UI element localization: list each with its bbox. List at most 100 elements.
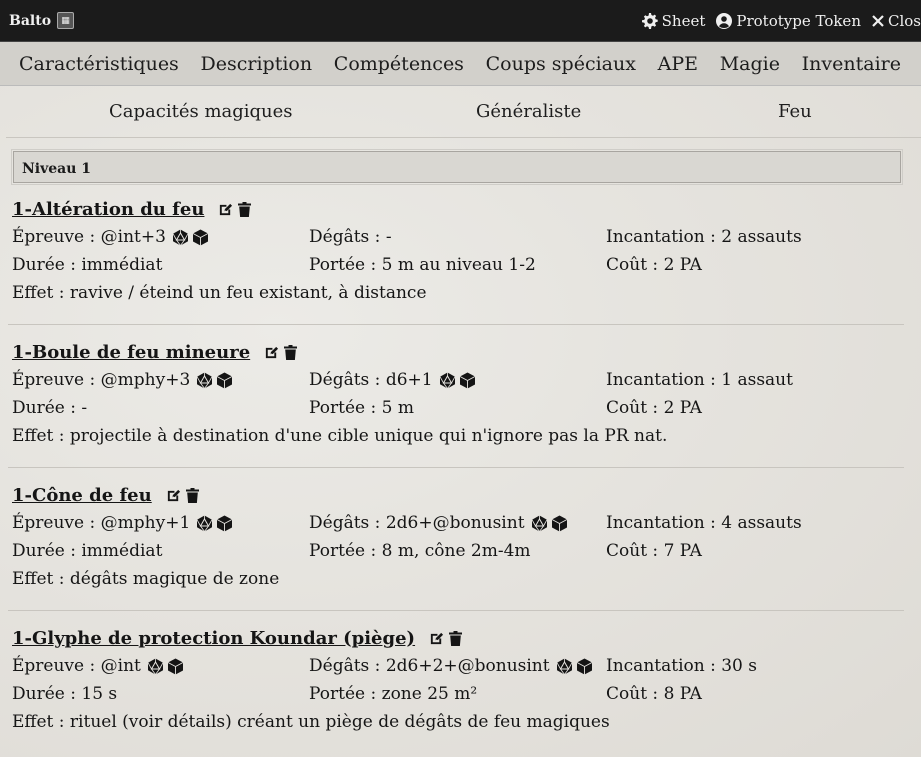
spell-name-link[interactable]: 1-Altération du feu (12, 199, 204, 220)
tab-inventaire[interactable]: Inventaire (802, 53, 901, 75)
degats-label: Dégâts : (309, 513, 381, 533)
spell-effect: Effet : rituel (voir détails) créant un … (12, 708, 904, 736)
duree-label: Durée : (12, 541, 76, 561)
duree-value: immédiat (81, 255, 163, 275)
d20-roll-icon[interactable] (556, 658, 573, 675)
spell-name-link[interactable]: 1-Cône de feu (12, 485, 152, 506)
portee-label: Portée : (309, 398, 377, 418)
epreuve-label: Épreuve : (12, 370, 96, 390)
main-tabs: Caractéristiques Description Compétences… (0, 42, 921, 86)
user-circle-icon (716, 12, 733, 29)
spell-entry: 1-Altération du feu Épreuve : @int+3 Dégât… (12, 195, 904, 307)
edit-icon[interactable] (264, 345, 279, 360)
d6-roll-icon[interactable] (459, 372, 476, 389)
sheet-config-button[interactable]: Sheet (641, 11, 706, 30)
tab-description[interactable]: Description (201, 53, 313, 75)
spell-row-1: Épreuve : @int+3 Dégâts : - Incantation : … (12, 223, 904, 251)
spell-row-2: Durée : immédiat Portée : 8 m, cône 2m-4m… (12, 537, 904, 565)
spell-name-link[interactable]: 1-Boule de feu mineure (12, 342, 250, 363)
d6-roll-icon[interactable] (167, 658, 184, 675)
spell-row-2: Durée : immédiat Portée : 5 m au niveau 1… (12, 251, 904, 279)
d6-roll-icon[interactable] (216, 515, 233, 532)
subtab-generaliste[interactable]: Généraliste (476, 101, 581, 122)
d6-roll-icon[interactable] (551, 515, 568, 532)
spell-entry: 1-Glyphe de protection Koundar (piège) Ép… (12, 624, 904, 736)
spell-row-1: Épreuve : @int Dégâts : 2d6+2+@bonusint In… (12, 652, 904, 680)
portee-value: 8 m, cône 2m-4m (381, 541, 531, 561)
close-button[interactable]: Clos (872, 12, 921, 30)
spell-row-2: Durée : - Portée : 5 m Coût : 2 PA (12, 394, 904, 422)
magic-subtabs: Capacités magiques Généraliste Feu (6, 87, 921, 138)
d6-roll-icon[interactable] (576, 658, 593, 675)
sheet-label: Sheet (661, 11, 706, 30)
edit-icon[interactable] (218, 202, 233, 217)
incantation-label: Incantation : (606, 370, 716, 390)
cout-label: Coût : (606, 541, 659, 561)
duree-value: 15 s (81, 684, 118, 704)
spell-divider (8, 467, 904, 468)
epreuve-label: Épreuve : (12, 513, 96, 533)
trash-icon[interactable] (238, 201, 252, 217)
portee-value: 5 m au niveau 1-2 (381, 255, 536, 275)
spell-name-link[interactable]: 1-Glyphe de protection Koundar (piège) (12, 628, 415, 649)
incantation-label: Incantation : (606, 513, 716, 533)
window-title-group: Balto ▦ (9, 12, 75, 29)
d6-roll-icon[interactable] (192, 229, 209, 246)
tab-coups-speciaux[interactable]: Coups spéciaux (486, 53, 636, 75)
subtab-feu[interactable]: Feu (778, 101, 812, 122)
level-header: Niveau 1 (11, 149, 903, 185)
duree-label: Durée : (12, 684, 76, 704)
d20-roll-icon[interactable] (531, 515, 548, 532)
spell-divider (8, 610, 904, 611)
epreuve-value: @int (100, 656, 141, 676)
epreuve-value: @mphy+3 (100, 370, 191, 390)
epreuve-label: Épreuve : (12, 656, 96, 676)
degats-dice (531, 515, 568, 532)
spell-divider (8, 324, 904, 325)
epreuve-dice (196, 372, 233, 389)
d20-roll-icon[interactable] (196, 372, 213, 389)
spell-header: 1-Altération du feu (12, 195, 904, 223)
duree-label: Durée : (12, 398, 76, 418)
epreuve-dice (147, 658, 184, 675)
degats-value: - (385, 227, 392, 247)
effet-label: Effet : (12, 569, 65, 589)
cout-value: 2 PA (663, 398, 702, 418)
effet-value: ravive / éteind un feu existant, à dista… (69, 283, 427, 303)
close-label: Clos (887, 11, 921, 30)
d20-roll-icon[interactable] (147, 658, 164, 675)
spell-effect: Effet : ravive / éteind un feu existant,… (12, 279, 904, 307)
epreuve-dice (196, 515, 233, 532)
spell-actions (264, 344, 298, 360)
tab-magie[interactable]: Magie (720, 53, 780, 75)
subtab-capacites-magiques[interactable]: Capacités magiques (109, 101, 293, 122)
window-title: Balto (9, 12, 52, 29)
edit-icon[interactable] (166, 488, 181, 503)
spell-header: 1-Glyphe de protection Koundar (piège) (12, 624, 904, 652)
tab-caracteristiques[interactable]: Caractéristiques (19, 53, 179, 75)
edit-icon[interactable] (429, 631, 444, 646)
tab-competences[interactable]: Compétences (334, 53, 464, 75)
epreuve-dice (172, 229, 209, 246)
tab-ape[interactable]: APE (658, 53, 698, 75)
effet-value: rituel (voir détails) créant un piège de… (69, 712, 610, 732)
portee-label: Portée : (309, 684, 377, 704)
trash-icon[interactable] (284, 344, 298, 360)
prototype-token-button[interactable]: Prototype Token (716, 12, 861, 30)
d20-roll-icon[interactable] (439, 372, 456, 389)
prototype-token-label: Prototype Token (736, 11, 861, 30)
d6-roll-icon[interactable] (216, 372, 233, 389)
degats-value: 2d6+@bonusint (385, 513, 525, 533)
header-controls: Sheet Prototype Token Clos (641, 11, 921, 30)
gear-icon (641, 12, 658, 29)
d20-roll-icon[interactable] (172, 229, 189, 246)
d20-roll-icon[interactable] (196, 515, 213, 532)
spell-entry: 1-Cône de feu Épreuve : @mphy+1 Dégâts : 2… (12, 481, 904, 593)
spell-header: 1-Cône de feu (12, 481, 904, 509)
degats-value: d6+1 (385, 370, 433, 390)
epreuve-value: @mphy+1 (100, 513, 191, 533)
effet-value: projectile à destination d'une cible uni… (69, 426, 668, 446)
trash-icon[interactable] (185, 487, 199, 503)
trash-icon[interactable] (449, 630, 463, 646)
incantation-value: 30 s (721, 656, 757, 676)
